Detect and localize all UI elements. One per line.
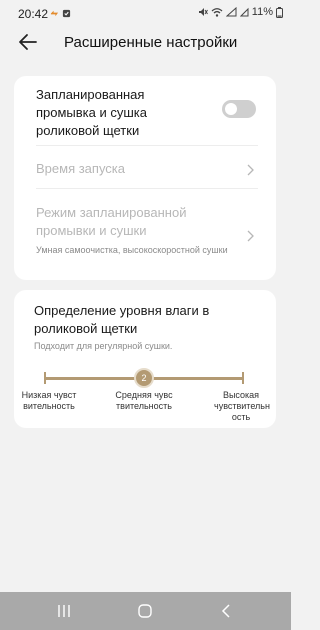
low-sensitivity-label: Низкая чувст вительность	[21, 390, 77, 411]
status-time: 20:42	[18, 7, 49, 21]
back-nav-icon[interactable]	[218, 602, 236, 620]
sensitivity-slider-thumb[interactable]: 2	[134, 368, 154, 388]
wifi-icon	[211, 8, 223, 17]
system-nav-bar	[0, 592, 291, 630]
moisture-level-card: Определение уровня влаги в роликовой щет…	[14, 290, 276, 428]
status-right: 11%	[198, 6, 283, 18]
back-arrow-icon[interactable]	[16, 30, 40, 54]
signal-2-icon	[239, 7, 249, 17]
battery-icon	[276, 6, 283, 18]
status-bar: 20:42 11%	[0, 0, 291, 28]
notification-icon	[50, 10, 59, 17]
moisture-title: Определение уровня влаги в роликовой щет…	[34, 303, 210, 336]
mute-icon	[198, 8, 208, 16]
divider	[36, 145, 258, 146]
scheduled-wash-label: Запланированная промывка и сушка роликов…	[36, 87, 148, 138]
signal-icon	[225, 7, 237, 17]
recents-icon[interactable]	[55, 602, 73, 620]
medium-sensitivity-label: Средняя чувс твительность	[115, 390, 173, 411]
toggle-knob	[225, 103, 237, 115]
moisture-subtitle: Подходит для регулярной сушки.	[34, 341, 173, 351]
divider	[36, 188, 258, 189]
start-time-label[interactable]: Время запуска	[36, 160, 254, 178]
slider-tick-low	[44, 372, 46, 384]
scheduled-mode-value: Умная самоочистка, высокоскоростной сушк…	[36, 245, 228, 255]
scheduled-mode-label: Режим запланированной промывки и сушки	[36, 205, 187, 238]
scheduled-wash-card: Запланированная промывка и сушка роликов…	[14, 76, 276, 280]
scheduled-mode-item[interactable]: Режим запланированной промывки и сушки У…	[36, 204, 232, 257]
scheduled-wash-toggle[interactable]	[222, 100, 256, 118]
battery-percent: 11%	[251, 6, 273, 18]
app-header: Расширенные настройки	[0, 28, 291, 58]
high-sensitivity-label: Высокая чувствительн ость	[214, 390, 270, 422]
app-notification-icon	[62, 9, 71, 18]
chevron-right-icon	[247, 164, 254, 176]
slider-value: 2	[141, 373, 147, 383]
slider-tick-high	[242, 372, 244, 384]
chevron-right-icon	[247, 230, 254, 242]
page-title: Расширенные настройки	[64, 34, 238, 51]
home-icon[interactable]	[136, 602, 154, 620]
